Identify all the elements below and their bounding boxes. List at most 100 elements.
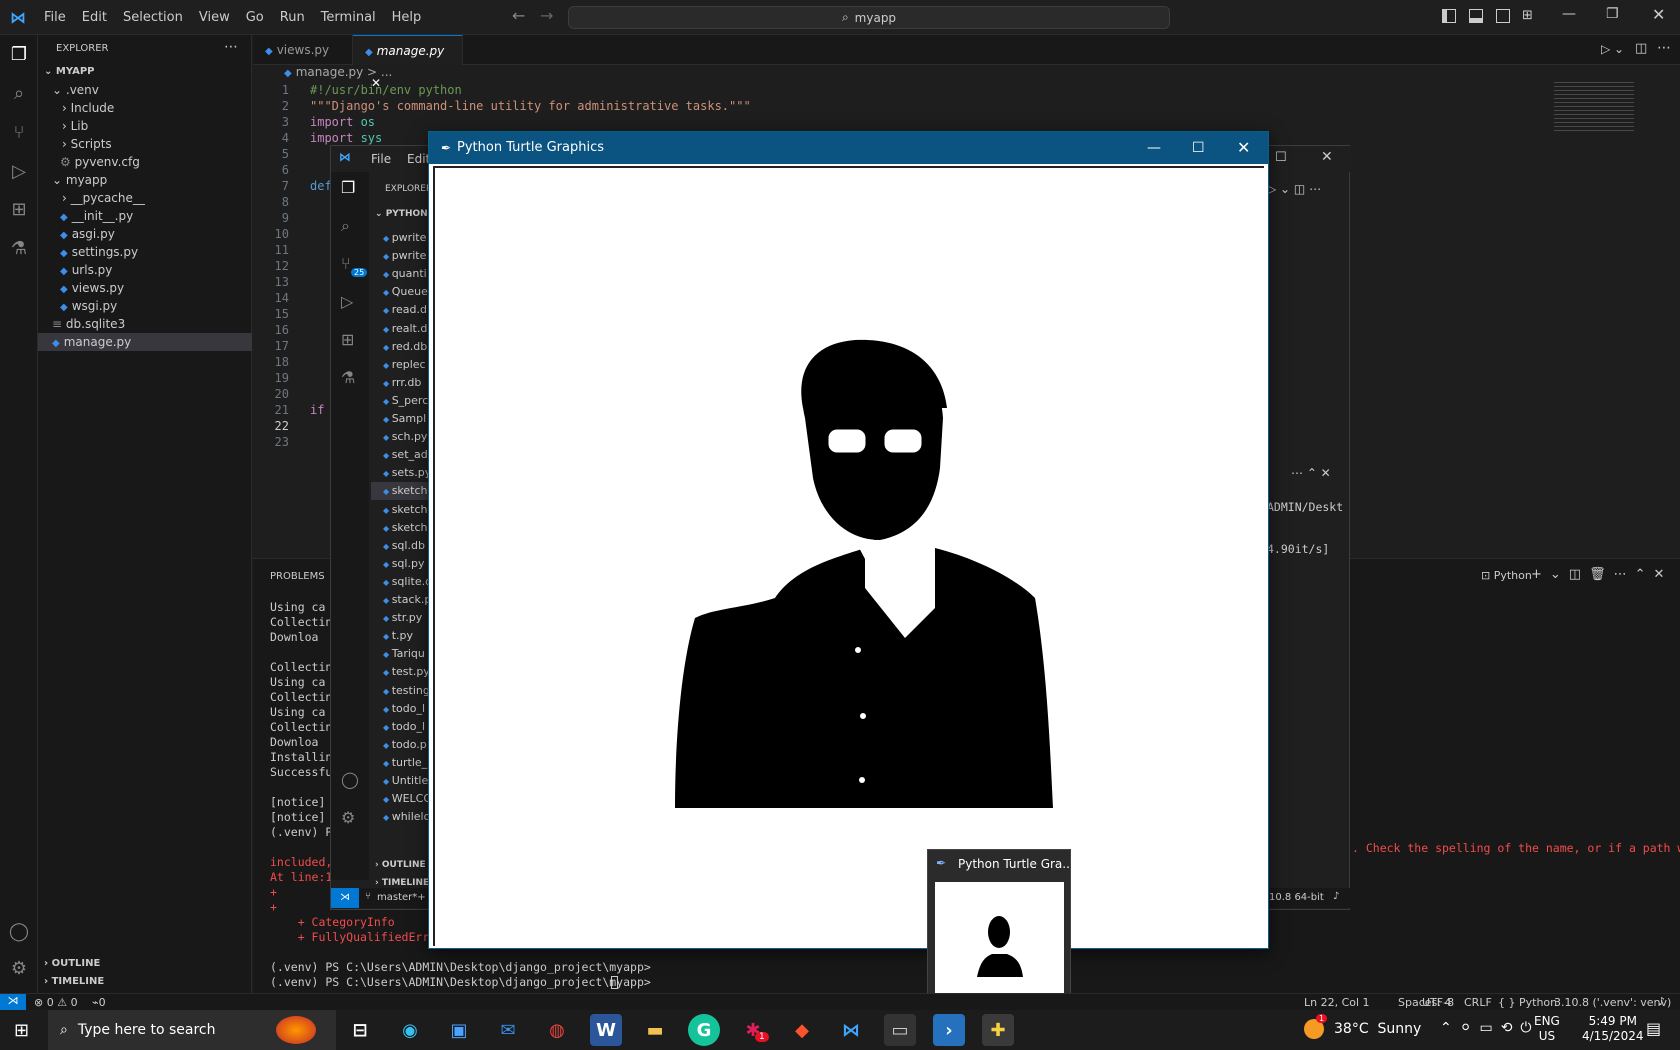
run-debug-icon[interactable]: ▷ xyxy=(7,160,31,184)
tree-file-db[interactable]: ≡ db.sqlite3 xyxy=(38,315,252,333)
weather-text[interactable]: 38°C Sunny xyxy=(1334,1021,1421,1037)
tree-folder-include[interactable]: › Include xyxy=(38,99,252,117)
tree-file-wsgi[interactable]: ◆ wsgi.py xyxy=(38,297,252,315)
run-file-icon[interactable]: ▷ ⌄ xyxy=(1601,42,1624,56)
run-debug-icon[interactable]: ▷ xyxy=(341,292,353,311)
win2-branch[interactable]: master*+ xyxy=(377,892,426,903)
python-taskbar-icon[interactable]: ✚ xyxy=(982,1014,1014,1046)
tab-manage[interactable]: ◆ manage.py ✕ xyxy=(353,35,463,90)
win2-file-item[interactable]: ◆ Queue xyxy=(371,283,431,301)
system-tray-icons[interactable]: ⌃⚪▭⟲⏻ xyxy=(1440,1020,1540,1036)
outline-section[interactable]: › OUTLINE xyxy=(38,955,252,973)
win2-close-icon[interactable]: ✕ xyxy=(1321,149,1333,165)
turtle-graphics-window[interactable]: ✒ Python Turtle Graphics — ☐ ✕ xyxy=(428,131,1269,949)
source-control-icon[interactable]: ⑂ xyxy=(341,254,351,273)
win2-file-item[interactable]: ◆ sch.py xyxy=(371,428,431,446)
source-control-icon[interactable]: ⑂ xyxy=(7,121,31,145)
win2-file-item[interactable]: ◆ Tariqu xyxy=(371,645,431,663)
settings-gear-icon[interactable]: ⚙ xyxy=(7,957,31,981)
tree-folder-venv[interactable]: ⌄ .venv xyxy=(38,81,252,99)
mail-icon[interactable]: ✉ xyxy=(492,1014,524,1046)
terminal-taskbar-icon[interactable]: ▭ xyxy=(884,1014,916,1046)
win2-file-item[interactable]: ◆ Untitle xyxy=(371,772,431,790)
action-center-icon[interactable]: ▤ xyxy=(1646,1019,1661,1038)
tree-root[interactable]: ⌄ MYAPP xyxy=(38,63,252,81)
notification-bell-icon[interactable]: ♪ xyxy=(1658,995,1665,1008)
turtle-minimize-icon[interactable]: — xyxy=(1147,132,1161,164)
tree-folder-lib[interactable]: › Lib xyxy=(38,117,252,135)
windows-start-icon[interactable]: ⊞ xyxy=(14,1020,29,1041)
remote-indicator[interactable]: ⋊ xyxy=(331,888,359,908)
input-language[interactable]: ENG US xyxy=(1534,1014,1560,1044)
turtle-close-icon[interactable]: ✕ xyxy=(1237,132,1250,164)
explorer-icon[interactable]: ❐ xyxy=(7,43,31,67)
win2-file-item[interactable]: ◆ todo.p xyxy=(371,736,431,754)
task-view-icon[interactable]: ⊟ xyxy=(344,1014,376,1046)
grammarly-icon[interactable]: G xyxy=(688,1014,720,1046)
editor-more-icon[interactable]: ⋯ xyxy=(1657,40,1671,56)
minimap[interactable] xyxy=(1554,82,1634,132)
win2-file-item[interactable]: ◆ sql.py xyxy=(371,555,431,573)
win2-interpreter[interactable]: 10.8 64-bit xyxy=(1269,892,1324,903)
win2-file-item[interactable]: ◆ S_perc xyxy=(371,392,431,410)
menu-terminal[interactable]: Terminal xyxy=(313,0,384,35)
toggle-panel-icon[interactable] xyxy=(1469,9,1483,23)
menu-run[interactable]: Run xyxy=(272,0,313,35)
tree-file-settings[interactable]: ◆ settings.py xyxy=(38,243,252,261)
minimize-icon[interactable]: — xyxy=(1562,6,1576,22)
search-icon[interactable]: ⌕ xyxy=(7,82,31,106)
win2-file-item[interactable]: ◆ rrr.db xyxy=(371,374,431,392)
powershell-icon[interactable]: › xyxy=(933,1014,965,1046)
win2-folder-header[interactable]: ⌄ PYTHON xyxy=(375,209,428,219)
testing-icon[interactable]: ⚗ xyxy=(341,368,355,387)
search-icon[interactable]: ⌕ xyxy=(341,216,350,236)
win2-file-item[interactable]: ◆ sets.py xyxy=(371,464,431,482)
win2-file-item[interactable]: ◆ sketch xyxy=(371,501,431,519)
extensions-icon[interactable]: ⊞ xyxy=(7,198,31,222)
turtle-canvas[interactable] xyxy=(433,166,1264,946)
win2-panel-actions[interactable]: ⋯ ⌃ ✕ xyxy=(1291,466,1331,480)
menu-view[interactable]: View xyxy=(191,0,238,35)
breadcrumb-path[interactable]: manage.py > ... xyxy=(296,65,393,79)
menu-go[interactable]: Go xyxy=(238,0,272,35)
notification-bell-icon[interactable]: ♪ xyxy=(1333,891,1339,902)
edge-icon[interactable]: ◉ xyxy=(394,1014,426,1046)
chrome-icon[interactable]: ◍ xyxy=(541,1014,573,1046)
taskbar-thumbnail-preview[interactable]: ✒ Python Turtle Gra... xyxy=(927,849,1074,1004)
win2-file-item[interactable]: ◆ set_ad xyxy=(371,446,431,464)
word-icon[interactable]: W xyxy=(590,1014,622,1046)
win2-file-item[interactable]: ◆ WELCO xyxy=(371,790,431,808)
command-center-search[interactable]: ⌕ myapp xyxy=(568,6,1170,29)
code-line-2[interactable]: """Django's command-line utility for adm… xyxy=(310,98,751,114)
close-icon[interactable]: ✕ xyxy=(1652,5,1665,24)
cursor-position[interactable]: Ln 22, Col 1 xyxy=(1304,996,1370,1009)
win2-outline[interactable]: › OUTLINE xyxy=(375,860,426,870)
testing-icon[interactable]: ⚗ xyxy=(7,237,31,261)
file-explorer-icon[interactable]: ▬ xyxy=(639,1014,671,1046)
explorer-icon[interactable]: ❐ xyxy=(341,178,355,197)
win2-menu-file[interactable]: File xyxy=(371,152,391,166)
store-icon[interactable]: ▣ xyxy=(443,1014,475,1046)
timeline-section[interactable]: › TIMELINE xyxy=(38,973,252,991)
back-arrow-icon[interactable]: ← xyxy=(512,6,525,25)
tree-file-views[interactable]: ◆ views.py xyxy=(38,279,252,297)
problems-indicator[interactable]: ⊗ 0 ⚠ 0 xyxy=(34,996,78,1009)
code-line-3[interactable]: import os xyxy=(310,114,375,130)
menu-edit[interactable]: Edit xyxy=(74,0,115,35)
win2-file-item[interactable]: ◆ test.py xyxy=(371,663,431,681)
tree-file-manage[interactable]: ◆ manage.py xyxy=(38,333,252,351)
tree-file-pyvenv[interactable]: ⚙ pyvenv.cfg xyxy=(38,153,252,171)
menu-file[interactable]: File xyxy=(36,0,74,35)
more-actions-icon[interactable]: ⋯ xyxy=(224,39,238,55)
win2-file-item[interactable]: ◆ t.py xyxy=(371,627,431,645)
win2-editor-actions[interactable]: ▷ ⌄ ◫ ⋯ xyxy=(1267,182,1321,196)
win2-file-item[interactable]: ◆ sqlite.d xyxy=(371,573,431,591)
code-line-4[interactable]: import sys xyxy=(310,130,382,146)
win2-file-item[interactable]: ◆ str.py xyxy=(371,609,431,627)
tree-folder-pycache[interactable]: › __pycache__ xyxy=(38,189,252,207)
win2-file-item[interactable]: ◆ Sampl xyxy=(371,410,431,428)
win2-file-item[interactable]: ◆ sketch xyxy=(371,519,431,537)
panel-tab-problems[interactable]: PROBLEMS xyxy=(270,571,325,582)
tab-views[interactable]: ◆ views.py xyxy=(253,35,353,65)
win2-file-item[interactable]: ◆ sketch xyxy=(371,482,431,501)
